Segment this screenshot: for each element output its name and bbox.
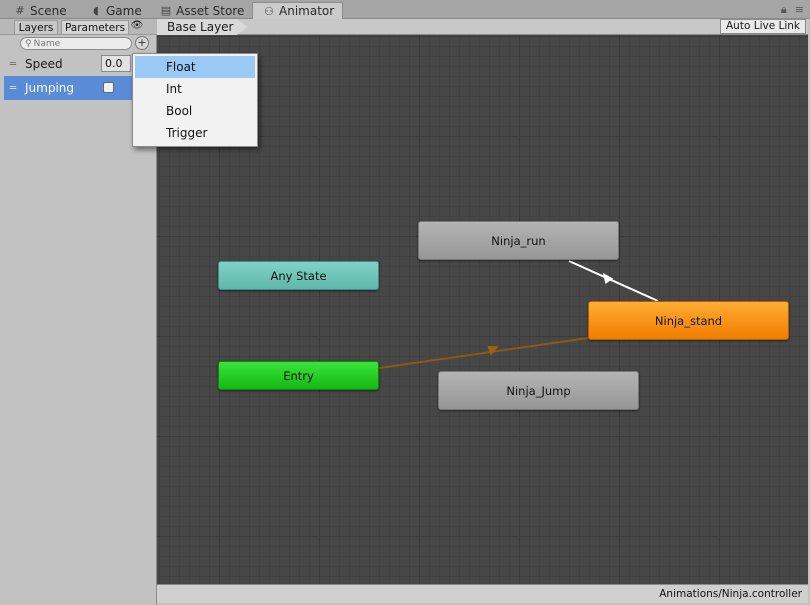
window-controls: 🔒︎ ≡ — [781, 3, 804, 17]
search-icon: ⚲ — [25, 38, 32, 49]
transition-entry-to-stand — [378, 337, 589, 369]
search-placeholder: Name — [33, 38, 61, 49]
state-ninja-stand[interactable]: Ninja_stand — [588, 301, 789, 340]
state-label: Any State — [270, 268, 327, 283]
eye-icon[interactable]: 👁︎ — [130, 20, 144, 33]
plus-icon: + — [137, 36, 147, 49]
tab-scene[interactable]: # Scene — [4, 2, 75, 19]
tab-animator-label: Animator — [279, 4, 335, 18]
speed-value-field[interactable]: 0.0 — [101, 55, 131, 72]
menu-item-float[interactable]: Float — [135, 56, 255, 78]
editor-tab-bar: # Scene ◖ Game ▤ Asset Store ⚇ Animator … — [0, 0, 810, 19]
auto-live-link-button[interactable]: Auto Live Link — [720, 19, 806, 34]
menu-item-int[interactable]: Int — [133, 78, 257, 100]
controller-path: Animations/Ninja.controller — [659, 588, 802, 600]
left-panel-tabs: Layers Parameters 👁︎ — [0, 19, 157, 35]
tab-layers[interactable]: Layers — [14, 20, 58, 35]
grid-icon: # — [15, 4, 25, 17]
drag-handle-icon[interactable]: ═ — [4, 59, 22, 70]
state-label: Ninja_stand — [654, 313, 723, 328]
state-ninja-run[interactable]: Ninja_run — [418, 221, 619, 260]
animator-icon: ⚇ — [264, 4, 274, 18]
state-ninja-jump[interactable]: Ninja_Jump — [438, 371, 639, 410]
breadcrumb-bar: Base Layer Auto Live Link — [157, 19, 808, 35]
tab-parameters[interactable]: Parameters — [61, 20, 129, 35]
tab-game-label: Game — [106, 3, 142, 18]
tab-asset-store-label: Asset Store — [176, 3, 245, 18]
menu-item-bool[interactable]: Bool — [133, 100, 257, 122]
store-icon: ▤ — [160, 4, 172, 17]
state-label: Ninja_Jump — [506, 383, 571, 398]
menu-item-trigger[interactable]: Trigger — [133, 122, 257, 144]
parameter-type-menu: Float Int Bool Trigger — [132, 53, 258, 147]
drag-handle-icon[interactable]: ═ — [4, 83, 22, 94]
search-input[interactable]: ⚲ Name — [20, 37, 132, 50]
transition-arrow-icon — [602, 272, 614, 284]
state-label: Ninja_run — [491, 233, 546, 248]
tab-asset-store[interactable]: ▤ Asset Store — [150, 2, 252, 19]
menu-icon[interactable]: ≡ — [795, 3, 804, 17]
state-entry[interactable]: Entry — [218, 361, 379, 390]
add-parameter-button[interactable]: + — [135, 36, 149, 50]
tab-scene-label: Scene — [30, 3, 67, 18]
transition-arrow-icon — [487, 345, 499, 356]
tab-animator[interactable]: ⚇ Animator — [252, 2, 344, 19]
jumping-checkbox[interactable] — [103, 82, 114, 93]
state-any-state[interactable]: Any State — [218, 261, 379, 290]
transition-stand-to-run — [568, 260, 659, 302]
pacman-icon: ◖ — [93, 4, 99, 17]
tab-game[interactable]: ◖ Game — [80, 2, 150, 19]
breadcrumb[interactable]: Base Layer — [157, 19, 248, 35]
status-bar: Animations/Ninja.controller — [157, 584, 808, 603]
state-label: Entry — [283, 368, 314, 383]
lock-icon[interactable]: 🔒︎ — [781, 3, 787, 17]
